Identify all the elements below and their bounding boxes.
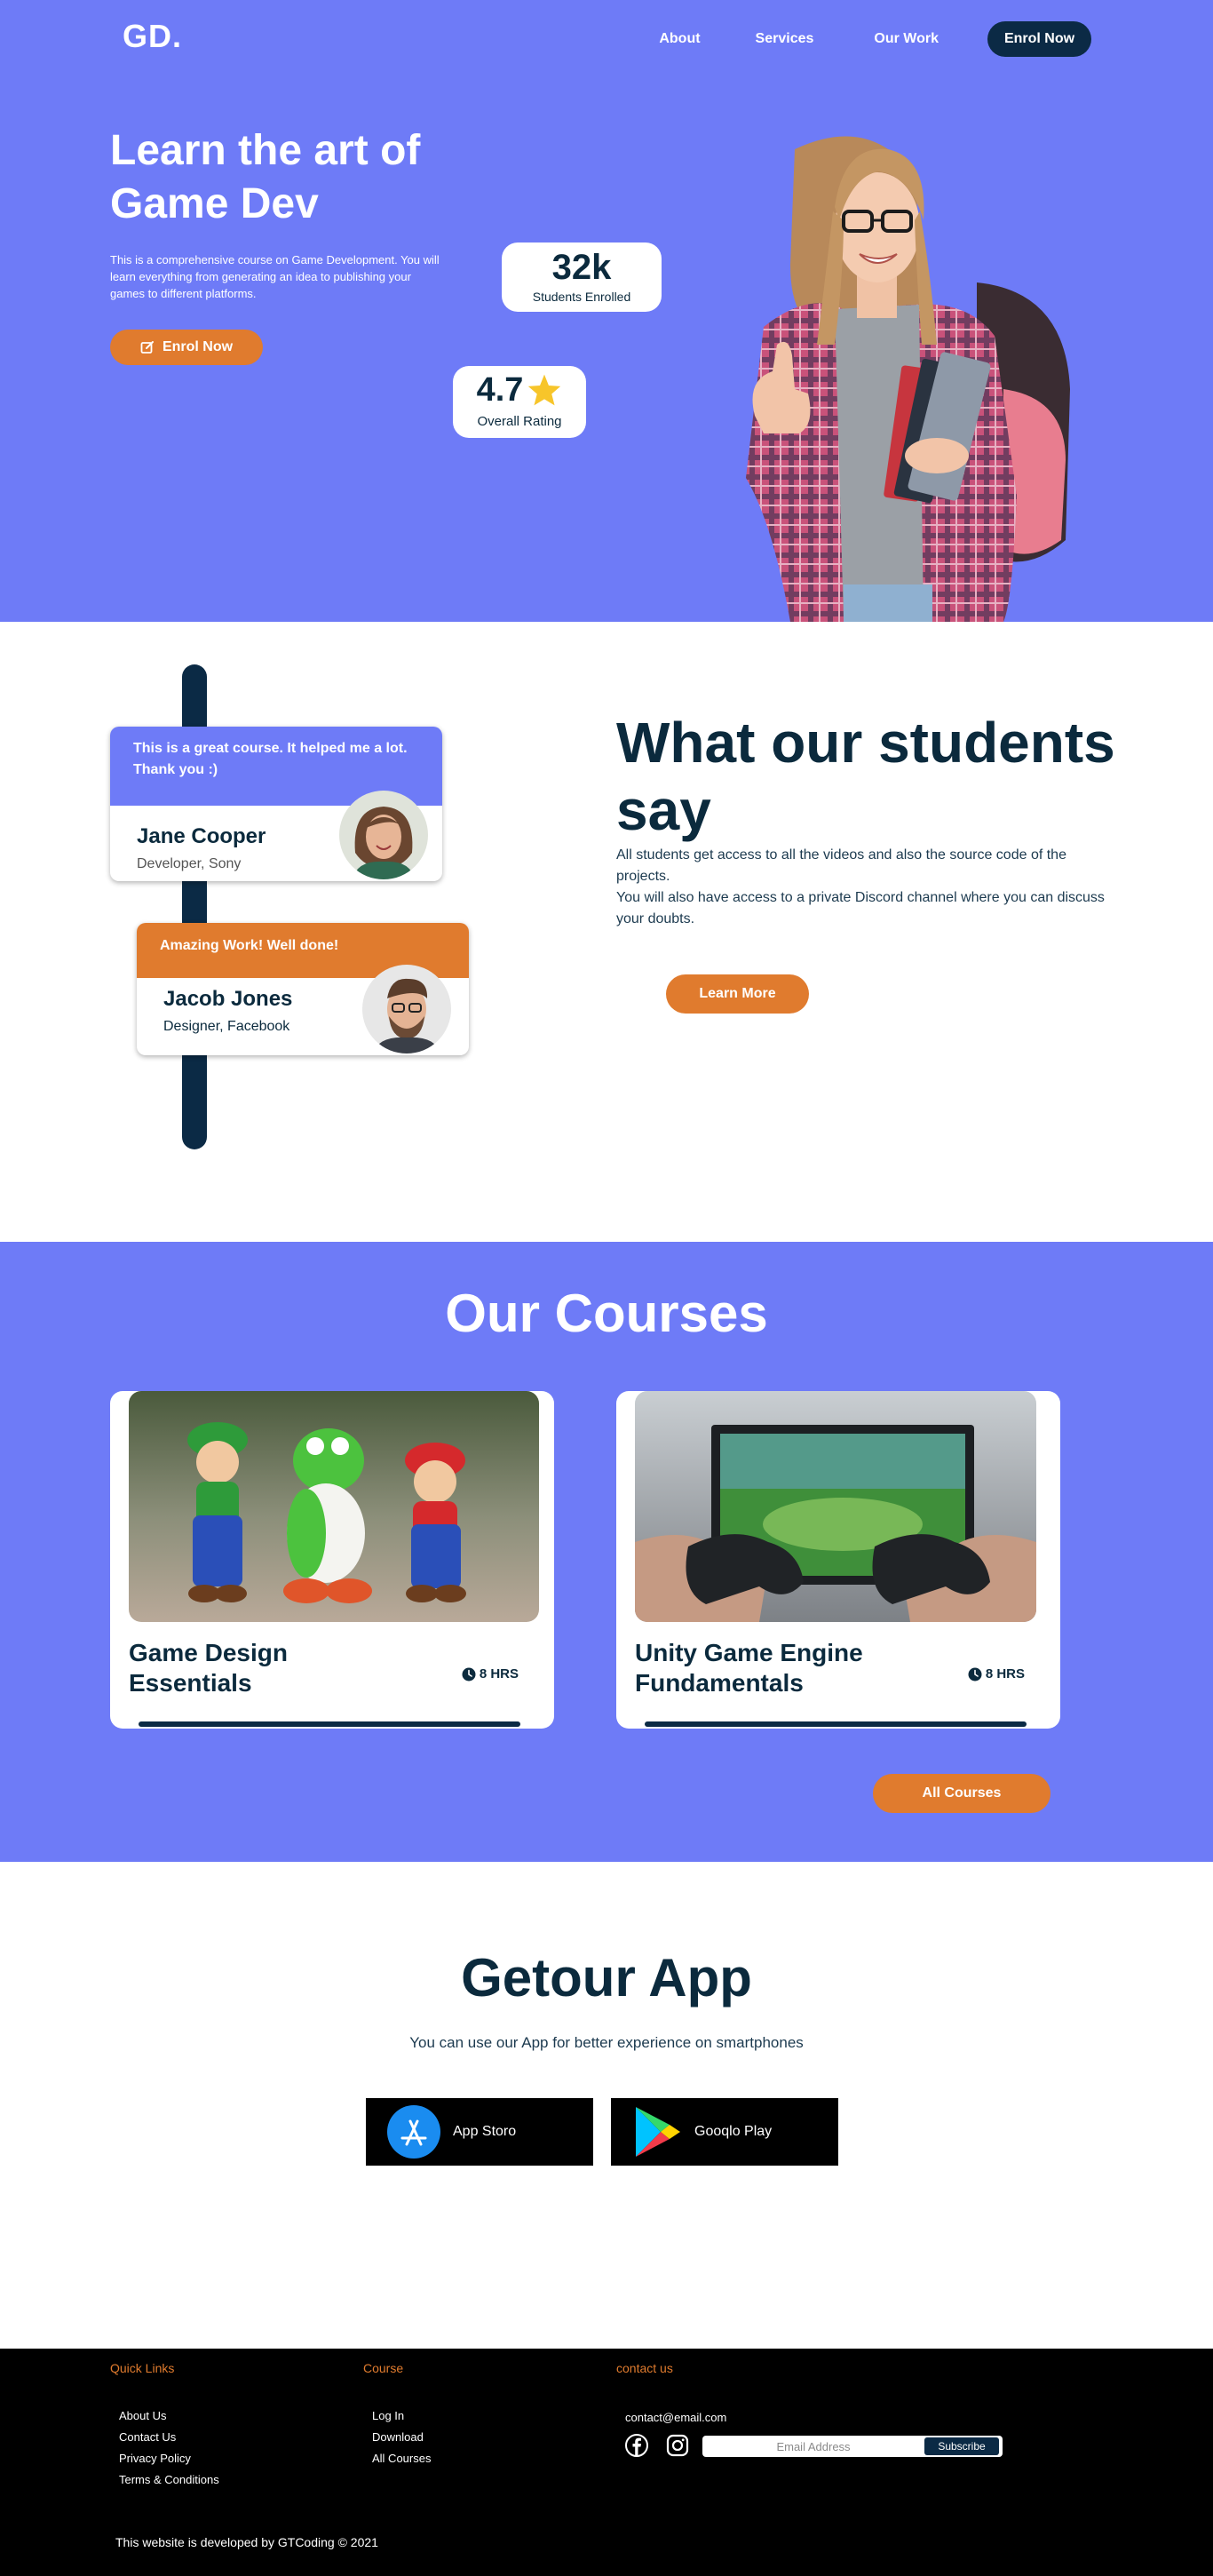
app-subtitle: You can use our App for better experienc… [409, 2034, 804, 2051]
testimonials-text-2: You will also have access to a private D… [616, 890, 1105, 926]
newsletter-email-input[interactable] [702, 2436, 924, 2457]
hero-enrol-label: Enrol Now [162, 339, 234, 354]
stat-students-value: 32k [551, 248, 612, 287]
clock-icon [462, 1667, 476, 1681]
footer-link-terms[interactable]: Terms & Conditions [119, 2469, 219, 2491]
hero-title: Learn the art of Game Dev [110, 127, 421, 227]
stat-rating-value: 4.7 [476, 371, 524, 409]
footer-heading: Course [363, 2361, 404, 2375]
course-duration-label: 8 HRS [479, 1666, 519, 1682]
logo[interactable]: GD. [123, 18, 182, 55]
courses-title: Our Courses [445, 1284, 768, 1343]
footer-link-download[interactable]: Download [372, 2427, 431, 2448]
edit-icon [140, 341, 154, 354]
testimonial-author: Jacob Jones Designer, Facebook [163, 987, 292, 1035]
course-duration-label: 8 HRS [985, 1666, 1025, 1682]
footer-social [625, 2434, 689, 2457]
footer-link-about[interactable]: About Us [119, 2405, 219, 2427]
testimonials-description: All students get access to all the video… [616, 845, 1114, 930]
testimonial-role: Developer, Sony [137, 856, 242, 871]
testimonial-author: Jane Cooper Developer, Sony [137, 824, 266, 872]
courses-section: Our Courses Game Design Essentials 8 HRS… [0, 1242, 1213, 1862]
testimonials-text-1: All students get access to all the video… [616, 847, 1066, 884]
footer-link-all-courses[interactable]: All Courses [372, 2448, 431, 2469]
all-courses-button[interactable]: All Courses [873, 1774, 1050, 1813]
app-title: Getour App [461, 1948, 752, 2008]
star-icon [528, 374, 561, 406]
footer-contact: contact us [616, 2361, 673, 2375]
testimonials-title: What our students say [616, 711, 1115, 842]
course-card[interactable]: Game Design Essentials 8 HRS [110, 1391, 554, 1729]
google-play-label: Gooqlo Play [694, 2124, 773, 2139]
footer-link-privacy[interactable]: Privacy Policy [119, 2448, 219, 2469]
testimonials-section: This is a great course. It helped me a l… [0, 622, 1213, 1242]
footer-heading: contact us [616, 2361, 673, 2375]
testimonial-card: This is a great course. It helped me a l… [110, 727, 442, 881]
course-progress-bar [645, 1721, 1027, 1727]
stat-rating-label: Overall Rating [477, 414, 562, 429]
footer: Quick Links About Us Contact Us Privacy … [0, 2349, 1213, 2576]
stat-students-label: Students Enrolled [532, 290, 631, 304]
footer-copyright: This website is developed by GTCoding © … [115, 2535, 378, 2549]
testimonial-card: Amazing Work! Well done! Jacob Jones Des… [137, 923, 469, 1055]
nav-enrol-button[interactable]: Enrol Now [987, 21, 1091, 57]
footer-quick-links: Quick Links About Us Contact Us Privacy … [110, 2361, 219, 2491]
newsletter-form: Subscribe [702, 2436, 1003, 2457]
nav-link-our-work[interactable]: Our Work [874, 31, 939, 47]
course-image [129, 1391, 539, 1622]
course-progress-bar [139, 1721, 520, 1727]
main-nav: About Services Our Work Enrol Now [659, 21, 1091, 57]
testimonial-role: Designer, Facebook [163, 1019, 290, 1034]
stat-card-students: 32k Students Enrolled [502, 242, 662, 312]
footer-link-login[interactable]: Log In [372, 2405, 431, 2427]
clock-icon [968, 1667, 982, 1681]
student-image [746, 136, 1070, 622]
course-card[interactable]: Unity Game Engine Fundamentals 8 HRS [616, 1391, 1060, 1729]
hero-section: GD. About Services Our Work Enrol Now Le… [0, 0, 1213, 622]
nav-link-services[interactable]: Services [756, 31, 814, 47]
course-title: Game Design Essentials [129, 1639, 288, 1697]
app-store-icon [387, 2105, 440, 2159]
avatar [339, 791, 428, 879]
footer-heading: Quick Links [110, 2361, 175, 2375]
avatar [362, 965, 451, 1053]
footer-email[interactable]: contact@email.com [625, 2411, 726, 2424]
footer-link-contact[interactable]: Contact Us [119, 2427, 219, 2448]
testimonial-name: Jane Cooper [137, 824, 266, 848]
footer-course-links: Course Log In Download All Courses [363, 2361, 431, 2469]
course-duration: 8 HRS [462, 1666, 519, 1682]
stat-card-rating: 4.7 Overall Rating [453, 366, 586, 438]
app-store-button[interactable]: App Storo [366, 2098, 593, 2166]
app-section: Getour App You can use our App for bette… [0, 1862, 1213, 2349]
course-duration: 8 HRS [968, 1666, 1025, 1682]
course-title: Unity Game Engine Fundamentals [635, 1639, 863, 1697]
learn-more-button[interactable]: Learn More [666, 974, 809, 1014]
course-image [635, 1391, 1036, 1622]
instagram-icon[interactable] [666, 2434, 689, 2457]
hero-enrol-button[interactable]: Enrol Now [110, 330, 263, 365]
google-play-button[interactable]: Gooqlo Play [611, 2098, 838, 2166]
facebook-icon[interactable] [625, 2434, 648, 2457]
app-store-label: App Storo [453, 2124, 517, 2139]
google-play-icon [636, 2107, 680, 2157]
testimonial-name: Jacob Jones [163, 987, 293, 1011]
subscribe-button[interactable]: Subscribe [924, 2437, 999, 2455]
nav-link-about[interactable]: About [659, 31, 700, 47]
hero-description: This is a comprehensive course on Game D… [110, 253, 440, 300]
